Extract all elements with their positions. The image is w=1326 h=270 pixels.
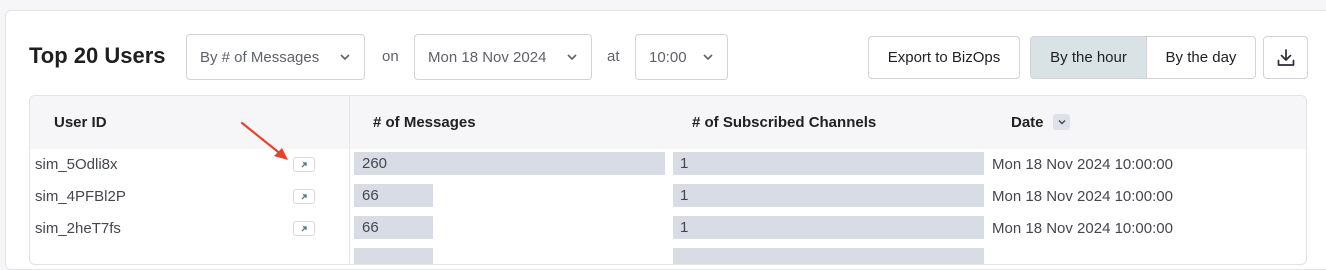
messages-value: 66 [362,187,379,204]
metric-select[interactable]: By # of Messages [186,34,365,80]
column-header-messages[interactable]: # of Messages [373,114,476,131]
messages-value: 260 [362,155,388,172]
users-table: User ID # of Messages # of Subscribed Ch… [29,95,1307,265]
download-icon [1277,48,1294,66]
on-label: on [382,48,399,65]
channels-value: 1 [680,187,689,204]
messages-bar [354,248,433,264]
channels-value: 1 [680,219,689,236]
export-button[interactable]: Export to BizOps [868,36,1020,79]
external-link-icon[interactable] [293,157,315,172]
time-select[interactable]: 10:00 [635,34,728,80]
external-link-icon[interactable] [293,221,315,236]
page-title: Top 20 Users [29,43,166,68]
date-select[interactable]: Mon 18 Nov 2024 [414,34,592,80]
channels-bar [673,152,984,175]
messages-bar [354,152,665,175]
column-header-date[interactable]: Date [1011,114,1044,131]
user-id-cell: sim_2heT7fs [35,220,121,237]
chevron-down-icon [340,54,350,61]
table-row[interactable]: sim_2heT7fs 66 1 Mon 18 Nov 2024 10:00:00 [30,213,1306,245]
date-cell: Mon 18 Nov 2024 10:00:00 [992,188,1173,205]
date-cell: Mon 18 Nov 2024 10:00:00 [992,220,1173,237]
download-button[interactable] [1263,36,1308,79]
sort-button[interactable] [1053,114,1070,130]
external-link-icon[interactable] [293,189,315,204]
user-id-cell: sim_5Odli8x [35,156,118,173]
channels-bar [673,184,984,207]
column-header-channels[interactable]: # of Subscribed Channels [692,114,876,131]
date-cell: Mon 18 Nov 2024 10:00:00 [992,156,1173,173]
user-id-cell: sim_4PFBl2P [35,188,126,205]
table-row[interactable]: sim_4PFBl2P 66 1 Mon 18 Nov 2024 10:00:00 [30,181,1306,213]
chevron-down-icon [703,54,713,61]
table-row[interactable]: sim_5Odli8x 260 1 Mon 18 Nov 2024 10:00:00 [30,149,1306,181]
messages-value: 66 [362,219,379,236]
channels-bar [673,248,984,264]
by-day-button[interactable]: By the day [1146,36,1256,79]
by-hour-button[interactable]: By the hour [1030,36,1147,79]
chevron-down-icon [567,54,577,61]
table-header: User ID # of Messages # of Subscribed Ch… [30,96,1306,149]
channels-bar [673,216,984,239]
sort-down-icon [1058,120,1065,125]
table-row[interactable] [30,245,1306,264]
time-select-value: 10:00 [649,48,687,66]
channels-value: 1 [680,155,689,172]
metric-select-value: By # of Messages [200,48,320,66]
column-header-user-id[interactable]: User ID [54,114,107,131]
at-label: at [607,48,620,65]
red-arrow-icon [240,121,288,160]
date-select-value: Mon 18 Nov 2024 [428,48,547,66]
